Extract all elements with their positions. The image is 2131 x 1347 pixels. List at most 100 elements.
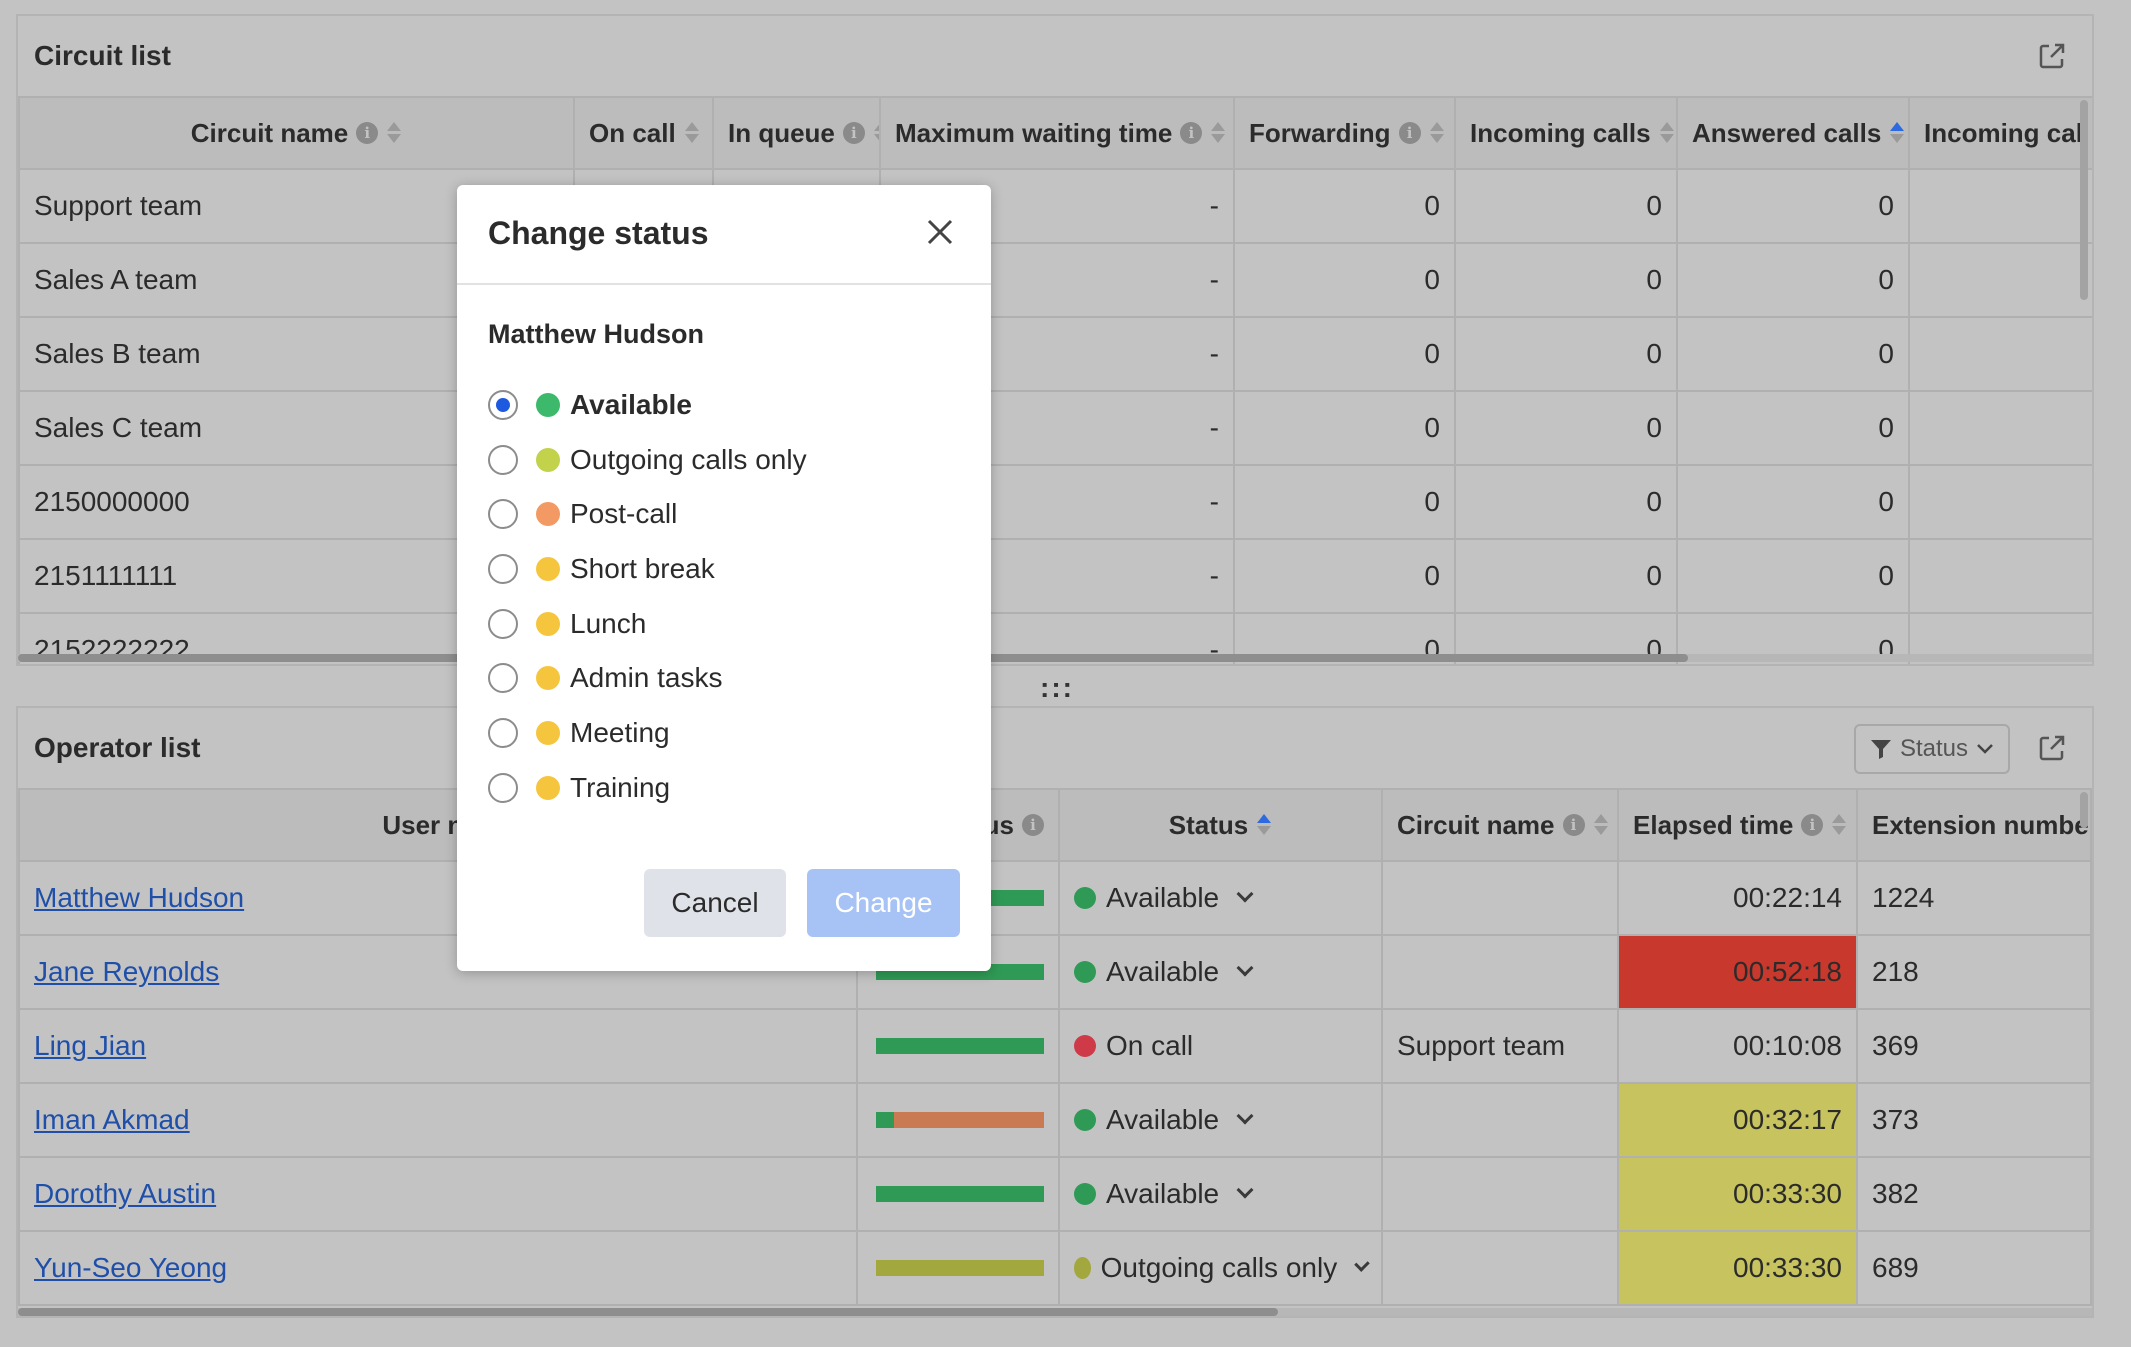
radio-button[interactable] bbox=[488, 609, 518, 639]
radio-button[interactable] bbox=[488, 663, 518, 693]
status-option-meeting[interactable]: Meeting bbox=[488, 713, 670, 753]
status-option-post-call[interactable]: Post-call bbox=[488, 494, 677, 534]
status-dot bbox=[536, 448, 560, 472]
open-external-icon[interactable] bbox=[2036, 732, 2068, 764]
status-option-available[interactable]: Available bbox=[488, 385, 692, 425]
col-circuit-name-label: Circuit name bbox=[190, 117, 349, 148]
option-label: Short break bbox=[570, 553, 715, 584]
radio-button[interactable] bbox=[488, 773, 518, 803]
radio-button[interactable] bbox=[488, 554, 518, 584]
operator-name-link[interactable]: Yun-Seo Yeong bbox=[34, 1252, 227, 1283]
col-incoming-calls[interactable]: Incoming calls bbox=[1454, 96, 1678, 170]
col-incoming-cal-label: Incoming cal bbox=[1924, 117, 2083, 148]
status-select[interactable]: Available bbox=[1058, 860, 1383, 936]
sort-asc-icon[interactable] bbox=[1256, 812, 1272, 838]
operator-name-link[interactable]: Dorothy Austin bbox=[34, 1178, 216, 1209]
status-select[interactable]: Available bbox=[1058, 934, 1383, 1010]
info-icon[interactable]: i bbox=[1180, 122, 1203, 144]
sort-icon[interactable] bbox=[873, 120, 878, 146]
sort-icon[interactable] bbox=[1831, 812, 1847, 838]
sort-icon[interactable] bbox=[1593, 812, 1609, 838]
cancel-button[interactable]: Cancel bbox=[644, 869, 786, 937]
incoming-cell: 0 bbox=[1454, 242, 1678, 318]
col-status[interactable]: Status bbox=[1058, 788, 1383, 862]
forwarding-cell: 0 bbox=[1233, 390, 1456, 466]
sort-asc-icon[interactable] bbox=[1889, 120, 1905, 146]
change-button[interactable]: Change bbox=[807, 869, 960, 937]
col-on-call[interactable]: On call bbox=[573, 96, 714, 170]
info-icon[interactable]: i bbox=[1801, 814, 1824, 836]
status-option-lunch[interactable]: Lunch bbox=[488, 604, 646, 644]
info-icon[interactable]: i bbox=[1022, 814, 1044, 836]
col-circuit-name[interactable]: Circuit name i bbox=[18, 96, 575, 170]
table-row[interactable]: 2150000000 - 0 0 0 bbox=[18, 464, 2092, 540]
table-row[interactable]: Sales A team - 0 0 0 bbox=[18, 242, 2092, 318]
col-in-queue[interactable]: In queue i bbox=[712, 96, 881, 170]
sort-icon[interactable] bbox=[684, 120, 700, 146]
status-option-admin-tasks[interactable]: Admin tasks bbox=[488, 658, 723, 698]
table-row[interactable]: Matthew Hudson Available 00:22:14 1224 bbox=[18, 860, 2092, 936]
col-forwarding[interactable]: Forwarding i bbox=[1233, 96, 1456, 170]
status-select[interactable]: Available bbox=[1058, 1156, 1383, 1232]
circuit-cell bbox=[1381, 860, 1619, 936]
operator-name-link[interactable]: Jane Reynolds bbox=[34, 956, 219, 987]
col-extension-number[interactable]: Extension number bbox=[1856, 788, 2092, 862]
operator-name-link[interactable]: Matthew Hudson bbox=[34, 882, 244, 913]
col-incoming-cal[interactable]: Incoming cal bbox=[1908, 96, 2092, 170]
circuit-cell bbox=[1381, 934, 1619, 1010]
table-row[interactable]: Dorothy Austin Available 00:33:30 382 bbox=[18, 1156, 2092, 1232]
option-label: Training bbox=[570, 772, 671, 803]
radio-button[interactable] bbox=[488, 718, 518, 748]
status-select[interactable]: Available bbox=[1058, 1082, 1383, 1158]
radio-button[interactable] bbox=[488, 499, 518, 529]
vertical-scrollbar[interactable] bbox=[2080, 100, 2088, 300]
status-option-outgoing-calls-only[interactable]: Outgoing calls only bbox=[488, 440, 807, 480]
table-row[interactable]: Yun-Seo Yeong Outgoing calls only 00:33:… bbox=[18, 1230, 2092, 1306]
info-icon[interactable]: i bbox=[1398, 122, 1421, 144]
table-row[interactable]: Iman Akmad Available 00:32:17 373 bbox=[18, 1082, 2092, 1158]
radio-button[interactable] bbox=[488, 390, 518, 420]
radio-button[interactable] bbox=[488, 445, 518, 475]
horizontal-scrollbar[interactable] bbox=[18, 1308, 1278, 1316]
info-icon[interactable]: i bbox=[1562, 814, 1585, 836]
col-max-wait[interactable]: Maximum waiting time i bbox=[879, 96, 1235, 170]
open-external-icon[interactable] bbox=[2036, 40, 2068, 72]
elapsed-cell: 00:33:30 bbox=[1617, 1156, 1858, 1232]
table-row[interactable]: Jane Reynolds Available 00:52:18 218 bbox=[18, 934, 2092, 1010]
vertical-scrollbar[interactable] bbox=[2080, 792, 2088, 828]
answered-cell: 0 bbox=[1676, 316, 1910, 392]
operator-name-link[interactable]: Ling Jian bbox=[34, 1030, 146, 1061]
col-answered-calls[interactable]: Answered calls bbox=[1676, 96, 1910, 170]
info-icon[interactable]: i bbox=[356, 122, 379, 144]
table-row[interactable]: Ling Jian On call Support team 00:10:08 … bbox=[18, 1008, 2092, 1084]
table-row[interactable]: 2151111111 - 0 0 0 bbox=[18, 538, 2092, 614]
status-select[interactable]: Outgoing calls only bbox=[1058, 1230, 1383, 1306]
status-option-short-break[interactable]: Short break bbox=[488, 549, 715, 589]
col-elapsed-time[interactable]: Elapsed time i bbox=[1617, 788, 1858, 862]
extension-cell: 689 bbox=[1856, 1230, 2092, 1306]
table-row[interactable]: Support team - 0 0 0 bbox=[18, 168, 2092, 244]
activity-bar bbox=[876, 1260, 1044, 1276]
sort-icon[interactable] bbox=[1659, 120, 1675, 146]
table-row[interactable]: Sales B team - 0 0 0 bbox=[18, 316, 2092, 392]
status-filter-button[interactable]: Status bbox=[1854, 724, 2010, 774]
info-icon[interactable]: i bbox=[842, 122, 865, 144]
col-status-label: Status bbox=[1168, 809, 1249, 840]
sort-icon[interactable] bbox=[1429, 120, 1445, 146]
status-option-training[interactable]: Training bbox=[488, 768, 670, 808]
status-label: On call bbox=[1106, 1030, 1194, 1061]
status-dot bbox=[536, 612, 560, 636]
sort-icon[interactable] bbox=[386, 120, 402, 146]
answered-cell: 0 bbox=[1676, 168, 1910, 244]
status-dot bbox=[536, 557, 560, 581]
table-row[interactable]: Sales C team - 0 0 0 bbox=[18, 390, 2092, 466]
status-dot bbox=[1074, 1183, 1096, 1205]
col-op-circuit-name[interactable]: Circuit name i bbox=[1381, 788, 1619, 862]
status-label: Available bbox=[1106, 882, 1220, 913]
sort-icon[interactable] bbox=[1210, 120, 1226, 146]
operator-name-link[interactable]: Iman Akmad bbox=[34, 1104, 190, 1135]
close-icon[interactable] bbox=[925, 217, 955, 247]
option-label: Meeting bbox=[570, 717, 670, 748]
panel-resize-handle[interactable]: ::: bbox=[1040, 672, 1074, 704]
dialog-title: Change status bbox=[488, 215, 709, 251]
